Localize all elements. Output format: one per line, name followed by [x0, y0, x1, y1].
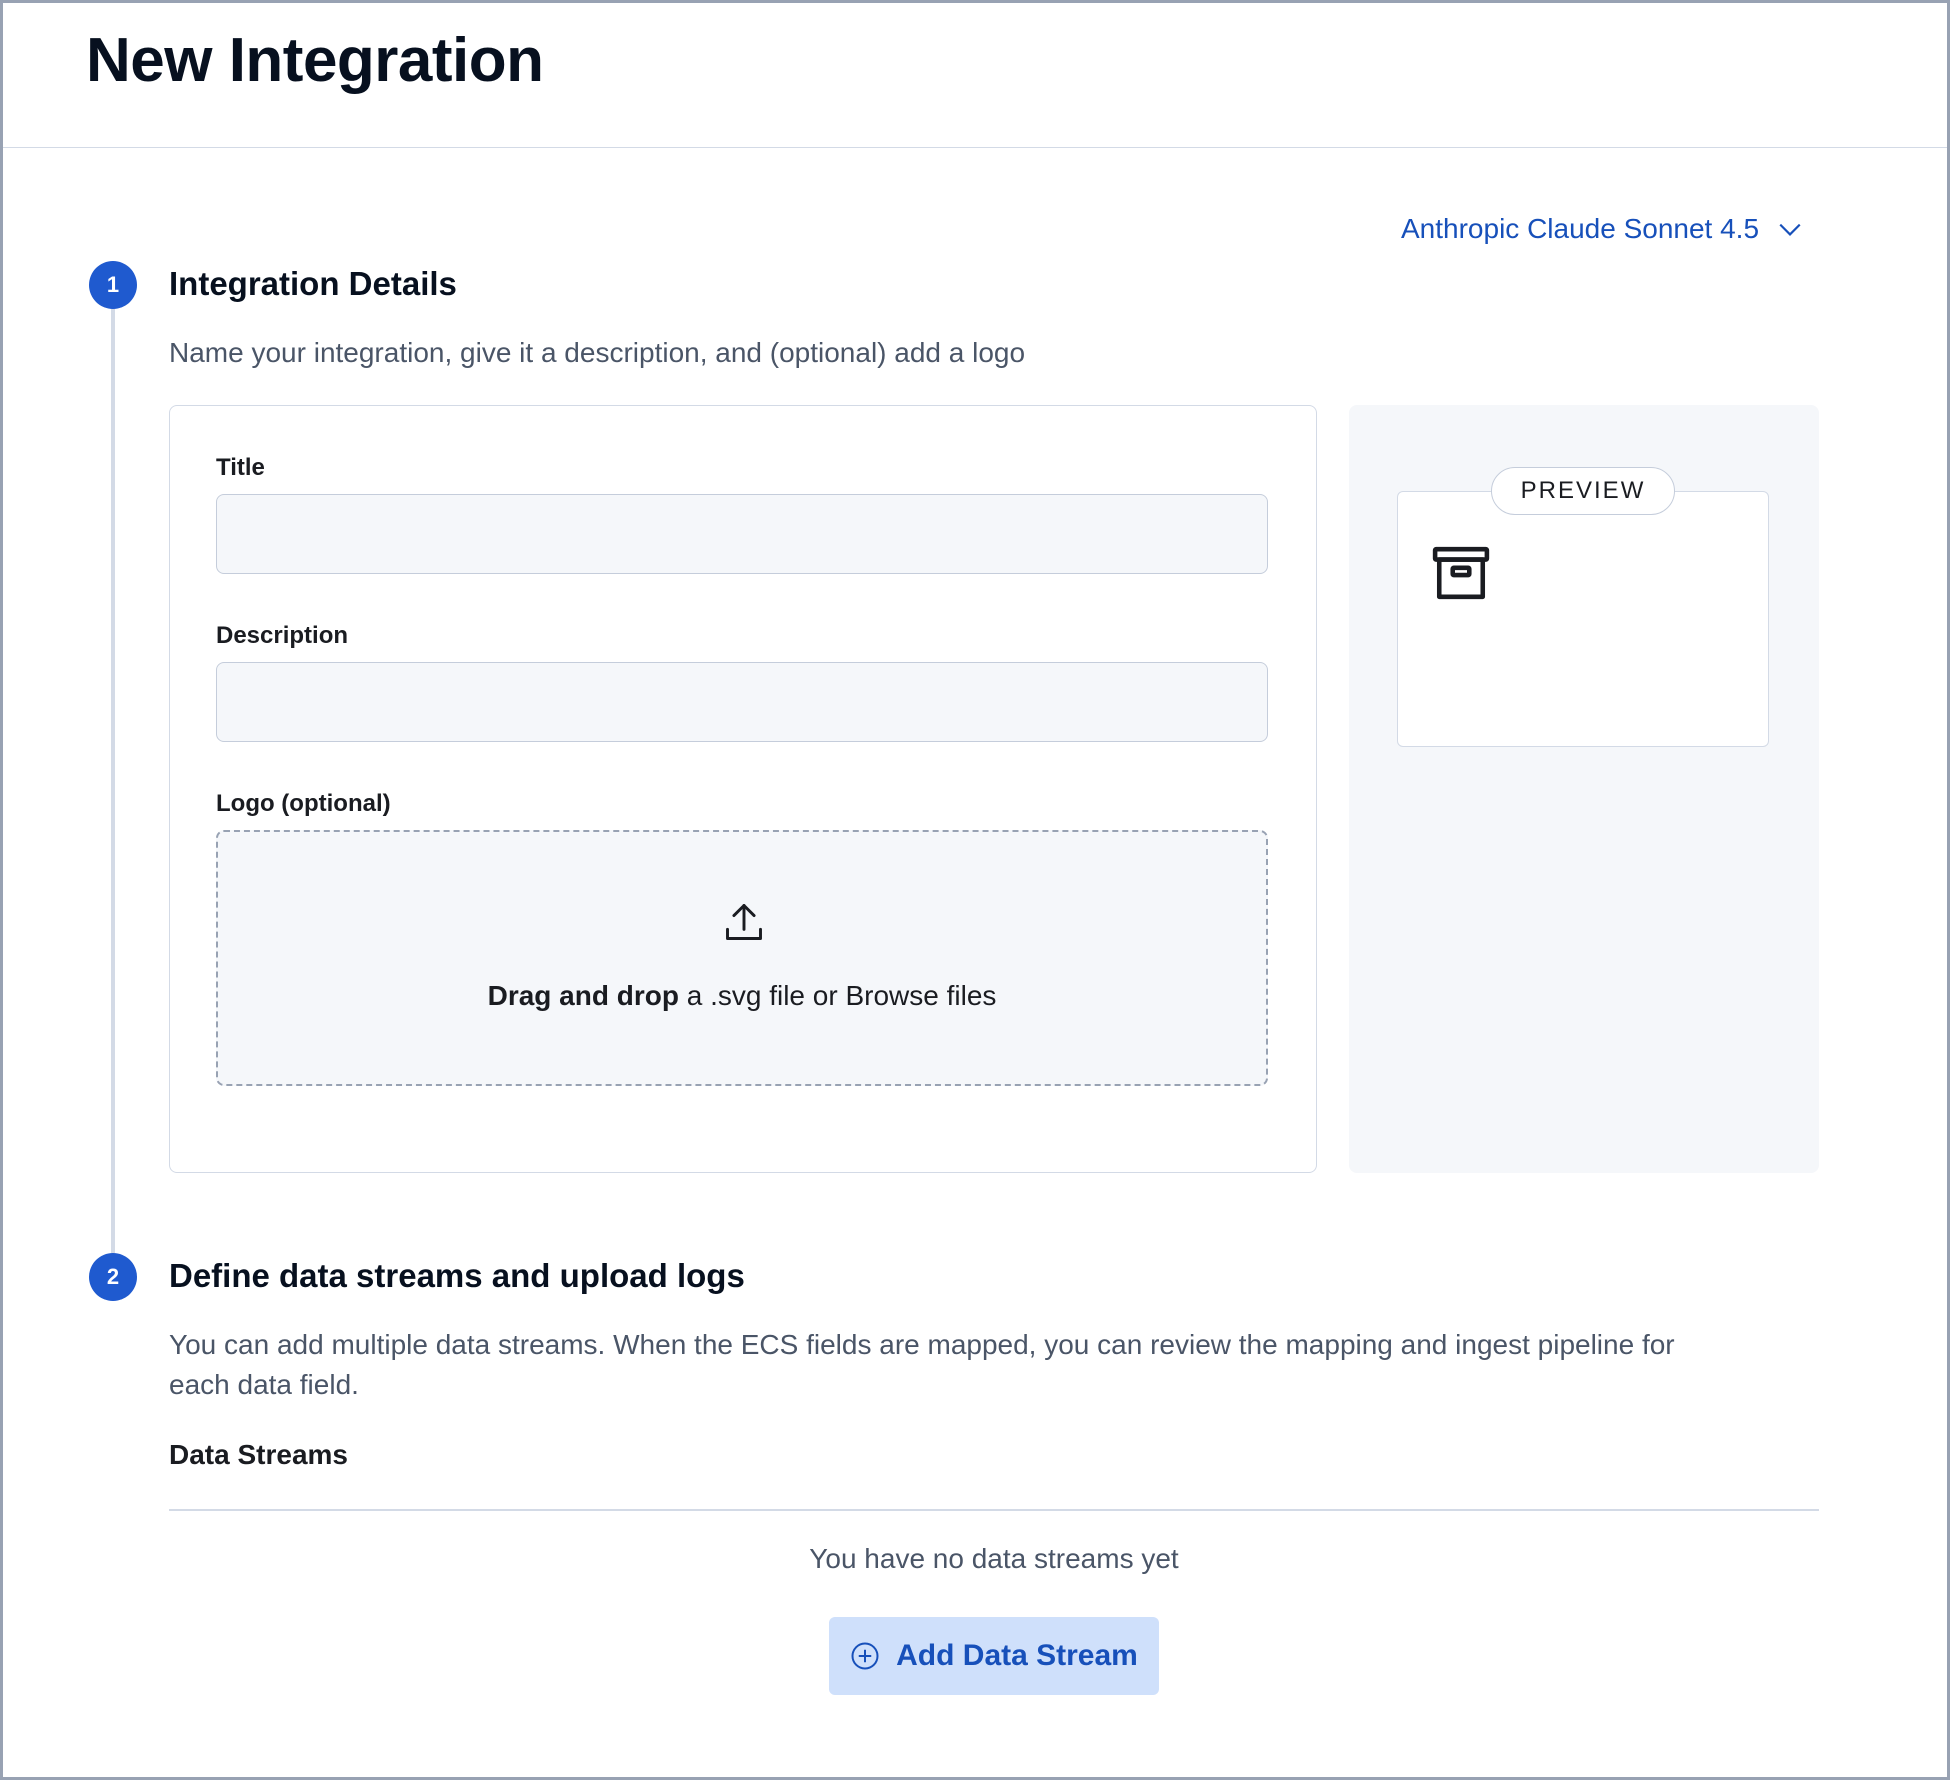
step-1-badge: 1 [89, 261, 137, 309]
logo-label: Logo (optional) [216, 790, 391, 817]
step-1-description: Name your integration, give it a descrip… [169, 337, 1026, 368]
plus-circle-icon [851, 1642, 879, 1670]
chevron-down-icon [1779, 223, 1801, 236]
data-streams-empty-message: You have no data streams yet [809, 1543, 1179, 1574]
step-2-description-line2: each data field. [169, 1369, 359, 1400]
dropzone-text-rest: a .svg file or Browse files [678, 980, 997, 1011]
add-data-stream-label: Add Data Stream [896, 1639, 1138, 1672]
upload-icon [726, 904, 762, 940]
step-2-title: Define data streams and upload logs [169, 1257, 745, 1294]
app-frame: New Integration Anthropic Claude Sonnet … [0, 0, 1950, 1780]
logo-dropzone[interactable]: Drag and drop a .svg file or Browse file… [216, 830, 1268, 1086]
integration-form-panel: Title Description Logo (optional) Drag a… [169, 405, 1317, 1173]
page-header: New Integration [3, 3, 1947, 148]
dropzone-text-bold: Drag and drop [487, 980, 679, 1011]
preview-card [1397, 491, 1769, 747]
step-2-badge: 2 [89, 1253, 137, 1301]
step-connector-line [111, 303, 115, 1253]
step-1-title: Integration Details [169, 265, 457, 302]
page-title: New Integration [86, 26, 544, 95]
add-data-stream-button[interactable]: Add Data Stream [829, 1617, 1159, 1695]
preview-panel: PREVIEW [1349, 405, 1819, 1173]
model-selector-label: Anthropic Claude Sonnet 4.5 [1401, 213, 1760, 244]
description-label: Description [216, 622, 349, 649]
dropzone-text: Drag and drop a .svg file or Browse file… [218, 980, 1266, 1012]
title-input[interactable] [216, 494, 1268, 574]
preview-badge: PREVIEW [1491, 467, 1675, 515]
data-streams-heading: Data Streams [169, 1439, 348, 1470]
description-input[interactable] [216, 662, 1268, 742]
title-label: Title [216, 454, 265, 481]
model-selector[interactable]: Anthropic Claude Sonnet 4.5 [1401, 209, 1803, 249]
archive-box-icon [1432, 546, 1490, 600]
step-2-description-line1: You can add multiple data streams. When … [169, 1329, 1675, 1360]
data-streams-divider [169, 1509, 1819, 1511]
